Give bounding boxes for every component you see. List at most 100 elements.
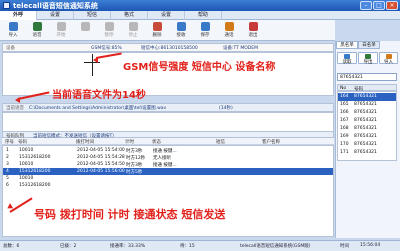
voice-file-bar: 当前语音 C:\Documents and Settings\Administr… — [2, 103, 334, 112]
table-cell-number: 15312618200 — [19, 155, 51, 160]
list-item[interactable]: 165 87654321 — [338, 101, 396, 109]
list-item-number: 87654321 — [354, 118, 377, 123]
voice-panel — [2, 112, 334, 132]
toolbar: 导入 语音 开始 暂停 停止 删除 接收 保存 通话 退出 — [0, 20, 335, 41]
toolbar-icon — [152, 22, 162, 31]
toolbar-label: 通话 — [224, 33, 234, 38]
call-table[interactable]: 1 10010 2012-04-05 15:54:00 时方3秒 接通 按键... 2 15… — [2, 145, 334, 237]
tab-sms[interactable]: 短信 — [74, 11, 111, 20]
table-row[interactable]: 3 10010 2012-04-05 15:54:50 时方3秒 接通 按键... — [3, 161, 333, 168]
tab-settings[interactable]: 设置 — [37, 11, 74, 20]
list-item-number: 87654321 — [354, 142, 377, 147]
read-button[interactable]: 读取 — [337, 52, 357, 65]
list-item[interactable]: 166 87654321 — [338, 109, 396, 117]
minimize-button[interactable]: – — [360, 1, 372, 10]
toolbar-button[interactable]: 停止 — [122, 21, 144, 40]
toolbar-icon — [56, 22, 66, 31]
annotation-fields: 号码 拨打时间 计时 接通状态 短信发送 — [34, 208, 226, 221]
table-row[interactable]: 1 10010 2012-04-05 15:54:00 时方3秒 接通 按键... — [3, 147, 333, 154]
toolbar-button[interactable]: 语音 — [26, 21, 48, 40]
tab-outbound[interactable]: 外呼 — [0, 11, 37, 20]
list-item-no: 170 — [340, 142, 349, 147]
annotation-voice: 当前语音文件为14秒 — [52, 90, 146, 101]
list-item-number: 87654321 — [354, 126, 377, 131]
toolbar-button[interactable]: 通话 — [218, 21, 240, 40]
window-controls: – □ × — [360, 1, 398, 10]
table-cell-time: 2012-04-05 15:54:50 — [77, 162, 125, 167]
dialed-count: 已拨：2 — [60, 244, 77, 249]
toolbar-button[interactable]: 接收 — [170, 21, 192, 40]
table-cell-time: 2012-04-05 15:56:00 — [77, 169, 125, 174]
tab-help[interactable]: 帮助 — [185, 11, 222, 20]
list-item[interactable]: 171 87654321 — [338, 149, 396, 157]
table-cell-number: 10010 — [19, 162, 34, 167]
voice-file-path: C:\Documents and Settings\Administrator\… — [29, 106, 167, 111]
toolbar-button[interactable]: 暂停 — [98, 21, 120, 40]
table-row[interactable]: 6 15312618200 — [3, 182, 333, 189]
title-bar: telecall语音短信通知系统 – □ × — [0, 0, 400, 11]
table-cell-no: 3 — [6, 162, 9, 167]
table-cell-number: 15312618200 — [19, 169, 51, 174]
arrow-head-icon — [93, 57, 98, 63]
toolbar-label: 开始 — [56, 33, 66, 38]
toolbar-label: 停止 — [128, 33, 138, 38]
list-item-number: 87654321 — [354, 94, 377, 99]
list-item-number: 87654321 — [354, 134, 377, 139]
toolbar-label: 退出 — [248, 33, 258, 38]
close-button[interactable]: × — [386, 1, 398, 10]
list-item[interactable]: 167 87654321 — [338, 117, 396, 125]
queue-header: 号码队列 当前短信模式：不发送短信（设置请按T） — [2, 131, 334, 139]
toolbar-icon — [224, 22, 234, 31]
table-cell-time: 2012-04-05 15:54:00 — [77, 148, 125, 153]
voice-file-duration: (14秒) — [219, 106, 233, 111]
menu-tabs: 外呼 设置 短信 格式 设置 帮助 — [0, 11, 400, 20]
table-cell-no: 5 — [6, 176, 9, 181]
toolbar-label: 导入 — [8, 33, 18, 38]
table-header: 序号 号码 拨打时间 计时 状态 短信 客户名称 — [2, 138, 334, 145]
list-item[interactable]: 168 87654321 — [338, 125, 396, 133]
toolbar-button[interactable]: 开始 — [50, 21, 72, 40]
toolbar-button[interactable] — [74, 21, 96, 40]
list-item-number: 87654321 — [354, 110, 377, 115]
toolbar-label: 语音 — [32, 33, 42, 38]
toolbar-icon — [8, 22, 18, 31]
toolbar-icon — [104, 22, 114, 31]
toolbar-label: 暂停 — [104, 33, 114, 38]
list-item-no: 171 — [340, 150, 349, 155]
list-item-no: 169 — [340, 134, 349, 139]
list-item-no: 165 — [340, 102, 349, 107]
tab-blacklist[interactable]: 黑名单 — [336, 41, 358, 49]
table-row[interactable]: 5 10010 — [3, 175, 333, 182]
time-label: 时间 — [340, 244, 349, 249]
status-bar: 总数：6 已拨：2 接通率：33.33% 待：15 telecall语音短信通知… — [0, 240, 400, 251]
tab-whitelist[interactable]: 白名单 — [358, 41, 380, 49]
list-item[interactable]: 169 87654321 — [338, 133, 396, 141]
number-input[interactable]: 87654321 — [337, 73, 397, 81]
toolbar-button[interactable]: 保存 — [194, 21, 216, 40]
export-button[interactable]: 导出 — [358, 52, 378, 65]
toolbar-button[interactable]: 导入 — [2, 21, 24, 40]
maximize-button[interactable]: □ — [373, 1, 385, 10]
toolbar-icon — [200, 22, 210, 31]
tab-setup[interactable]: 设置 — [148, 11, 185, 20]
tab-format[interactable]: 格式 — [111, 11, 148, 20]
sms-center: 短信中心:8613010158500 — [141, 46, 198, 51]
list-item-number: 87654321 — [354, 102, 377, 107]
import-button[interactable]: 导入 — [379, 52, 398, 65]
list-item-number: 87654321 — [354, 150, 377, 155]
table-cell-no: 2 — [6, 155, 9, 160]
blacklist-list[interactable]: 164 87654321 165 87654321 166 87654321 167 8765… — [337, 91, 397, 161]
toolbar-icon — [128, 22, 138, 31]
toolbar-button[interactable]: 删除 — [146, 21, 168, 40]
list-item[interactable]: 164 87654321 — [338, 93, 396, 101]
window-title: telecall语音短信通知系统 — [13, 2, 98, 10]
gsm-signal: GSM信号:85% — [91, 46, 122, 51]
toolbar-button[interactable]: 退出 — [242, 21, 264, 40]
table-row[interactable]: 2 15312618200 2012-04-05 15:54:28 时方12秒 无人接听 — [3, 154, 333, 161]
read-icon — [344, 54, 350, 59]
table-row[interactable]: 4 15312618200 2012-04-05 15:56:00 时方5秒 — [3, 168, 333, 175]
list-item[interactable]: 170 87654321 — [338, 141, 396, 149]
toolbar-label: 保存 — [200, 33, 210, 38]
toolbar-icon — [248, 22, 258, 31]
table-cell-no: 1 — [6, 148, 9, 153]
